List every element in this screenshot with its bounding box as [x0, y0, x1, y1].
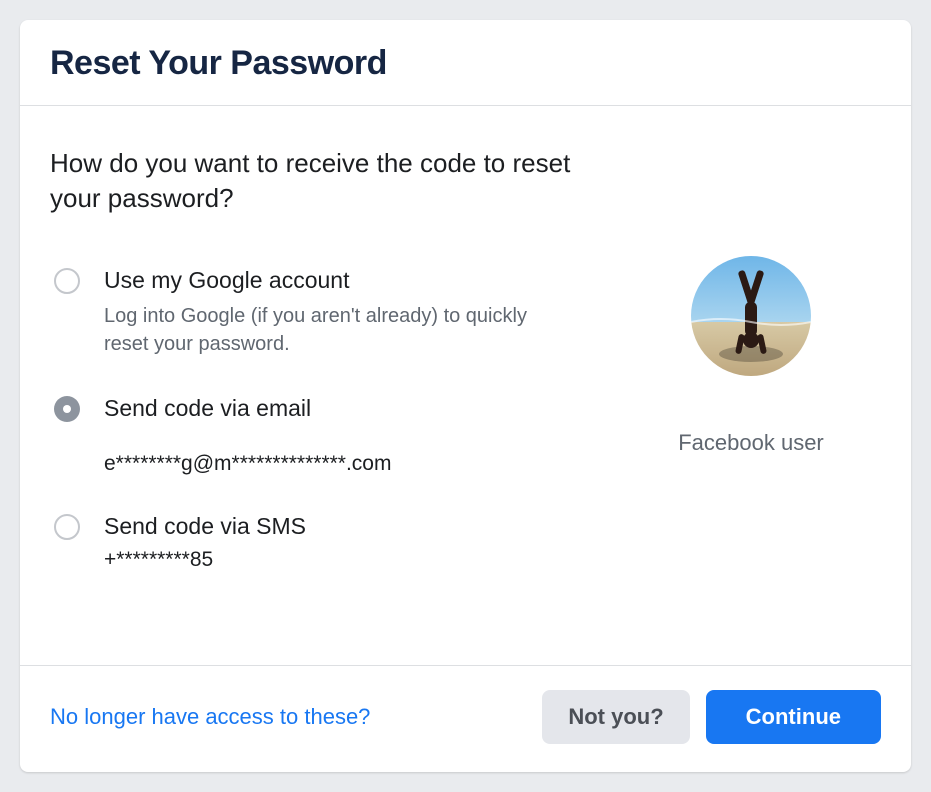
- continue-button[interactable]: Continue: [706, 690, 881, 744]
- option-google-text: Use my Google account Log into Google (i…: [104, 266, 601, 358]
- option-sms-value: +*********85: [104, 548, 601, 572]
- option-email-title: Send code via email: [104, 395, 311, 421]
- prompt-text: How do you want to receive the code to r…: [50, 146, 601, 216]
- option-google-title: Use my Google account: [104, 267, 349, 293]
- option-sms[interactable]: Send code via SMS +*********85: [54, 512, 601, 572]
- option-google-subtitle: Log into Google (if you aren't already) …: [104, 302, 534, 358]
- reset-password-card: Reset Your Password How do you want to r…: [20, 20, 911, 772]
- avatar-handstand-icon: [691, 256, 811, 376]
- card-body: How do you want to receive the code to r…: [20, 106, 911, 665]
- option-email-text: Send code via email e********g@m********…: [104, 394, 601, 476]
- user-panel: Facebook user: [621, 146, 881, 655]
- option-email[interactable]: Send code via email e********g@m********…: [54, 394, 601, 476]
- page-title: Reset Your Password: [50, 44, 881, 83]
- option-email-value: e********g@m**************.com: [104, 452, 601, 476]
- radio-email[interactable]: [54, 396, 80, 422]
- option-sms-title: Send code via SMS: [104, 513, 306, 539]
- radio-google[interactable]: [54, 268, 80, 294]
- option-google[interactable]: Use my Google account Log into Google (i…: [54, 266, 601, 358]
- option-sms-text: Send code via SMS +*********85: [104, 512, 601, 572]
- card-header: Reset Your Password: [20, 20, 911, 106]
- card-footer: No longer have access to these? Not you?…: [20, 665, 911, 772]
- radio-sms[interactable]: [54, 514, 80, 540]
- no-access-link[interactable]: No longer have access to these?: [50, 704, 526, 730]
- avatar: [691, 256, 811, 376]
- user-label: Facebook user: [678, 430, 824, 456]
- options-panel: How do you want to receive the code to r…: [50, 146, 601, 655]
- not-you-button[interactable]: Not you?: [542, 690, 689, 744]
- recovery-options: Use my Google account Log into Google (i…: [50, 266, 601, 572]
